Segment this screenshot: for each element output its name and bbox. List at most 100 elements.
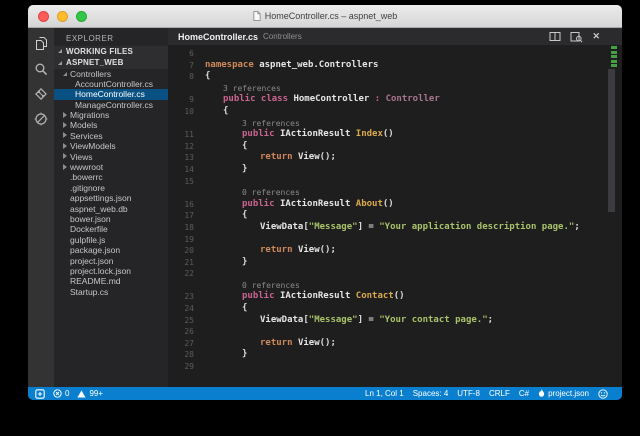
tree-file-appsettings.json[interactable]: appsettings.json <box>54 193 168 203</box>
language-mode[interactable]: C# <box>519 389 529 398</box>
line-number: 12 <box>184 141 194 151</box>
tree-file-package.json[interactable]: package.json <box>54 245 168 255</box>
codelens-row[interactable]: 3 references <box>168 118 622 130</box>
code-line[interactable]: 25 ViewData["Message"] = "Your contact pa… <box>168 315 622 327</box>
working-files-section-header[interactable]: WORKING FILES <box>54 45 168 57</box>
code-line[interactable]: 17 { <box>168 210 622 222</box>
overview-ruler-marks <box>611 46 617 69</box>
code-line[interactable]: 11 public IActionResult Index() <box>168 129 622 141</box>
smiley-icon <box>598 388 608 399</box>
tree-folder-Controllers[interactable]: Controllers <box>54 69 168 79</box>
encoding[interactable]: UTF-8 <box>457 389 480 398</box>
code-line[interactable]: 13 return View(); <box>168 152 622 164</box>
line-number: 26 <box>184 327 194 337</box>
codelens-text: 3 references <box>242 118 300 128</box>
code-line[interactable]: 9 public class HomeController : Controlle… <box>168 94 622 106</box>
tree-folder-ViewModels[interactable]: ViewModels <box>54 141 168 151</box>
code-line[interactable]: 23 public IActionResult Contact() <box>168 291 622 303</box>
code-line[interactable]: 21} <box>168 257 622 269</box>
status-square-icon[interactable] <box>35 388 45 399</box>
status-bar-right: Ln 1, Col 1 Spaces: 4 UTF-8 CRLF C# project.j… <box>365 388 608 399</box>
code-line[interactable]: 19 <box>168 234 622 246</box>
code-line[interactable]: 7 namespace aspnet_web.Controllers <box>168 60 622 72</box>
window-title-text: HomeController.cs – aspnet_web <box>264 11 398 21</box>
tree-file-ManageController.cs[interactable]: ManageController.cs <box>54 100 168 110</box>
tree-file-HomeController.cs[interactable]: HomeController.cs <box>54 89 168 100</box>
tree-file-README.md[interactable]: README.md <box>54 276 168 286</box>
tree-file-project.lock.json[interactable]: project.lock.json <box>54 266 168 276</box>
tree-file-aspnet_web.db[interactable]: aspnet_web.db <box>54 204 168 214</box>
code-text: public IActionResult Index() <box>242 129 394 140</box>
codelens-text: 0 references <box>242 280 300 290</box>
code-line[interactable]: 12 { <box>168 141 622 153</box>
tree-folder-Migrations[interactable]: Migrations <box>54 110 168 120</box>
code-line[interactable]: 10 { <box>168 106 622 118</box>
cursor-position-label: Ln 1, Col 1 <box>365 389 404 398</box>
code-viewport[interactable]: 6 7 namespace aspnet_web.Controllers 8{3 re… <box>168 45 622 387</box>
debug-icon[interactable] <box>34 111 49 126</box>
line-number: 19 <box>184 234 194 244</box>
tree-file-AccountController.cs[interactable]: AccountController.cs <box>54 79 168 89</box>
line-number: 18 <box>184 222 194 232</box>
explorer-icon[interactable] <box>34 36 49 51</box>
tree-file-Startup.cs[interactable]: Startup.cs <box>54 287 168 297</box>
open-file-name[interactable]: HomeController.cs <box>178 32 258 42</box>
code-text: return View(); <box>260 337 336 348</box>
editor-scrollbar[interactable] <box>608 69 615 212</box>
code-line[interactable]: 28} <box>168 349 622 361</box>
tree-file-.gitignore[interactable]: .gitignore <box>54 183 168 193</box>
codelens-row[interactable]: 0 references <box>168 187 622 199</box>
open-file-path: Controllers <box>263 32 302 41</box>
code-line[interactable]: 29 <box>168 361 622 373</box>
tree-folder-Views[interactable]: Views <box>54 152 168 162</box>
codelens-row[interactable]: 0 references <box>168 280 622 292</box>
code-line[interactable]: 26 <box>168 326 622 338</box>
code-text: public class HomeController : Controller <box>223 94 440 105</box>
tree-file-project.json[interactable]: project.json <box>54 256 168 266</box>
minimize-window-button[interactable] <box>57 10 68 22</box>
code-line[interactable]: 18 ViewData["Message"] = "Your applicatio… <box>168 222 622 234</box>
split-editor-icon[interactable] <box>549 31 561 42</box>
warning-count[interactable]: 99+ <box>77 389 103 398</box>
code-text: public IActionResult About() <box>242 198 394 209</box>
close-icon[interactable]: ✕ <box>592 32 600 41</box>
search-icon[interactable] <box>34 61 49 76</box>
tree-file-Dockerfile[interactable]: Dockerfile <box>54 224 168 234</box>
folder-section-header[interactable]: ASPNET_WEB <box>54 57 168 69</box>
feedback-smiley[interactable] <box>598 388 608 399</box>
eol[interactable]: CRLF <box>489 389 510 398</box>
omnisharp-project[interactable]: project.json <box>538 389 589 398</box>
chevron-collapsed-icon <box>63 110 70 120</box>
code-line[interactable]: 6 <box>168 48 622 60</box>
close-window-button[interactable] <box>38 10 49 22</box>
preview-icon[interactable] <box>570 31 584 43</box>
window-titlebar[interactable]: HomeController.cs – aspnet_web <box>28 5 622 28</box>
codelens-row[interactable]: 3 references <box>168 83 622 95</box>
omnisharp-project-label: project.json <box>548 389 589 398</box>
code-line[interactable]: 15 <box>168 176 622 188</box>
code-line[interactable]: 16 public IActionResult About() <box>168 199 622 211</box>
code-line[interactable]: 14} <box>168 164 622 176</box>
cursor-position[interactable]: Ln 1, Col 1 <box>365 389 404 398</box>
git-icon[interactable] <box>34 86 49 101</box>
zoom-window-button[interactable] <box>76 10 87 22</box>
tree-folder-Services[interactable]: Services <box>54 131 168 141</box>
code-text: ViewData["Message"] = "Your contact page… <box>260 314 494 325</box>
tree-folder-Models[interactable]: Models <box>54 120 168 130</box>
tree-folder-wwwroot[interactable]: wwwroot <box>54 162 168 172</box>
code-text: ViewData["Message"] = "Your application … <box>260 221 580 232</box>
code-line[interactable]: 22 <box>168 268 622 280</box>
indentation-label: Spaces: 4 <box>412 389 449 398</box>
code-line[interactable]: 27 return View(); <box>168 338 622 350</box>
code-line[interactable]: 20 return View(); <box>168 245 622 257</box>
code-line[interactable]: 8{ <box>168 71 622 83</box>
tree-file-bower.json[interactable]: bower.json <box>54 214 168 224</box>
error-count[interactable]: 0 <box>53 389 69 398</box>
tree-file-.bowerrc[interactable]: .bowerrc <box>54 172 168 182</box>
window-title: HomeController.cs – aspnet_web <box>253 11 398 21</box>
tree-file-gulpfile.js[interactable]: gulpfile.js <box>54 235 168 245</box>
indentation[interactable]: Spaces: 4 <box>413 389 449 398</box>
code-lines: 6 7 namespace aspnet_web.Controllers 8{3 re… <box>168 48 622 373</box>
line-number: 29 <box>184 362 194 372</box>
code-line[interactable]: 24 { <box>168 303 622 315</box>
